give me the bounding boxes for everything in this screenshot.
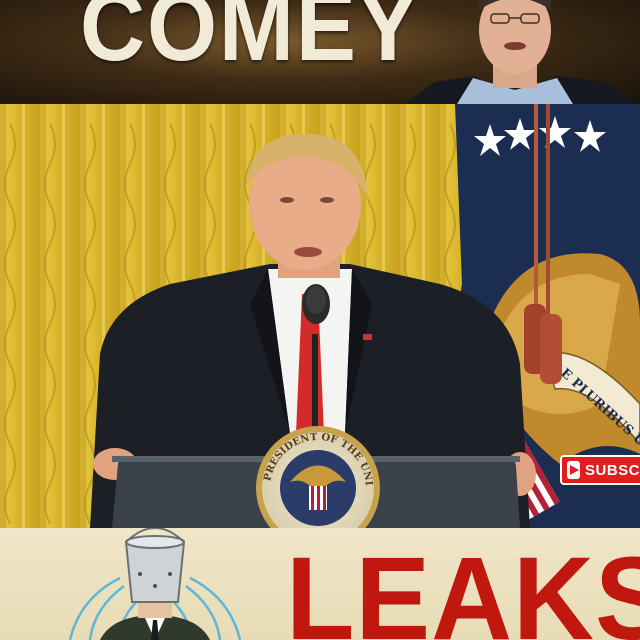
- subscribe-label: SUBSC: [584, 461, 640, 479]
- leaking-bucket-icon: [68, 528, 242, 640]
- bottom-title: LEAKS: [286, 533, 640, 640]
- press-conference-scene: E PLURIBUS UNUM: [0, 104, 640, 528]
- top-title: COMEY: [80, 0, 420, 81]
- play-icon: [567, 461, 580, 479]
- comey-portrait: [405, 0, 635, 104]
- press-conference-frame: E PLURIBUS UNUM: [0, 104, 640, 528]
- subscribe-button[interactable]: SUBSC: [560, 455, 640, 485]
- top-banner: COMEY: [0, 0, 640, 104]
- bottom-banner: LEAKS: [0, 528, 640, 640]
